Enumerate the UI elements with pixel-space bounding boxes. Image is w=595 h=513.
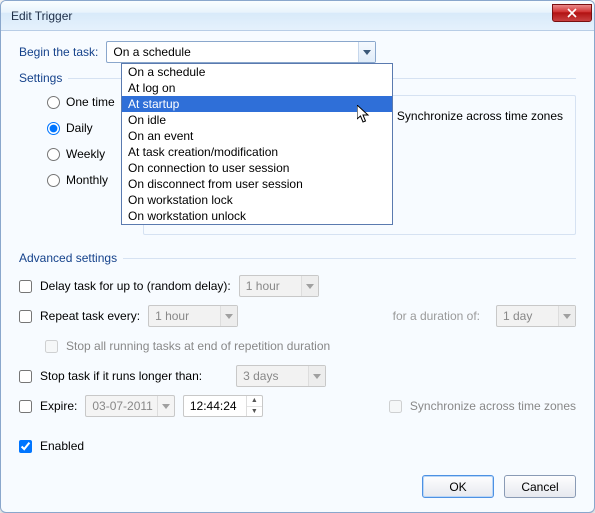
begin-task-combobox[interactable]: On a schedule [106, 41, 376, 63]
stop-all-checkbox [45, 340, 58, 353]
repeat-checkbox[interactable] [19, 310, 32, 323]
advanced-settings-heading: Advanced settings [19, 251, 576, 265]
ok-button[interactable]: OK [422, 475, 494, 498]
expire-date-picker[interactable]: 03-07-2011 [85, 395, 175, 417]
enabled-checkbox[interactable] [19, 440, 32, 453]
close-button[interactable] [552, 4, 592, 22]
duration-label: for a duration of: [393, 309, 480, 323]
dropdown-option[interactable]: At task creation/modification [122, 144, 392, 160]
window-title: Edit Trigger [11, 9, 552, 23]
dropdown-option[interactable]: At log on [122, 80, 392, 96]
delay-label: Delay task for up to (random delay): [40, 279, 231, 293]
stop-if-label: Stop task if it runs longer than: [40, 369, 202, 383]
repeat-value-combobox[interactable]: 1 hour [148, 305, 238, 327]
chevron-down-icon [301, 276, 318, 296]
delay-checkbox[interactable] [19, 280, 32, 293]
titlebar: Edit Trigger [1, 1, 594, 31]
dropdown-option[interactable]: On workstation unlock [122, 208, 392, 224]
begin-task-label: Begin the task: [19, 45, 98, 59]
dropdown-option[interactable]: At startup [122, 96, 392, 112]
cancel-button[interactable]: Cancel [504, 475, 576, 498]
expire-sync-checkbox: Synchronize across time zones [389, 395, 576, 417]
chevron-down-icon [558, 306, 575, 326]
dropdown-option[interactable]: On an event [122, 128, 392, 144]
dropdown-option[interactable]: On disconnect from user session [122, 176, 392, 192]
dropdown-option[interactable]: On connection to user session [122, 160, 392, 176]
expire-checkbox[interactable] [19, 400, 32, 413]
chevron-down-icon [308, 366, 325, 386]
close-icon [567, 8, 577, 18]
duration-value-combobox[interactable]: 1 day [496, 305, 576, 327]
chevron-down-icon [358, 42, 375, 62]
calendar-icon [157, 396, 174, 416]
delay-value-combobox[interactable]: 1 hour [239, 275, 319, 297]
edit-trigger-dialog: Edit Trigger Begin the task: On a schedu… [0, 0, 595, 513]
sync-timezones-checkbox[interactable]: Synchronize across time zones [371, 106, 563, 125]
dropdown-option[interactable]: On workstation lock [122, 192, 392, 208]
dropdown-option[interactable]: On a schedule [122, 64, 392, 80]
begin-task-dropdown-list[interactable]: On a scheduleAt log onAt startupOn idleO… [121, 63, 393, 225]
repeat-label: Repeat task every: [40, 309, 140, 323]
spin-buttons[interactable]: ▲▼ [246, 396, 262, 416]
begin-task-value: On a schedule [113, 45, 358, 59]
expire-label: Expire: [40, 399, 77, 413]
chevron-down-icon [220, 306, 237, 326]
stop-if-checkbox[interactable] [19, 370, 32, 383]
enabled-label: Enabled [40, 439, 84, 453]
stop-all-label: Stop all running tasks at end of repetit… [66, 339, 330, 353]
expire-time-picker[interactable]: 12:44:24 ▲▼ [183, 395, 263, 417]
stop-if-value-combobox[interactable]: 3 days [236, 365, 326, 387]
dropdown-option[interactable]: On idle [122, 112, 392, 128]
